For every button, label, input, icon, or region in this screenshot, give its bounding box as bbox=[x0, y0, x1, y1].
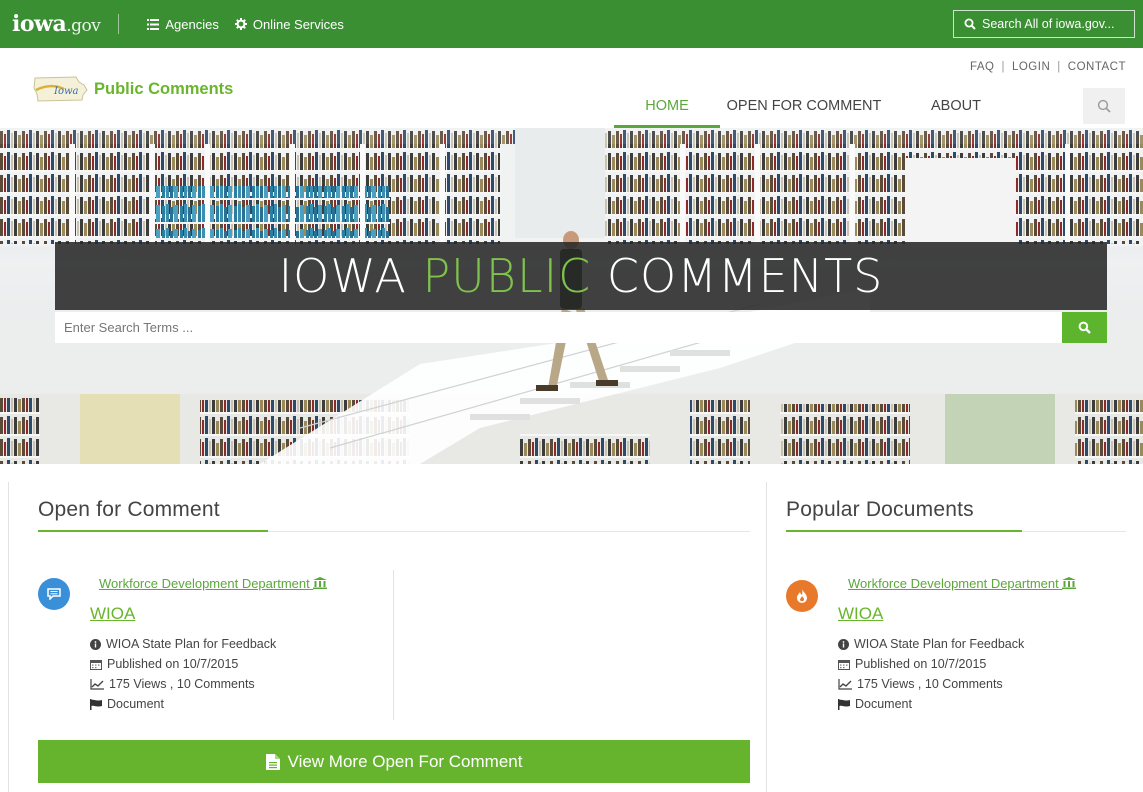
agencies-label: Agencies bbox=[165, 16, 219, 32]
hero-search-bar bbox=[55, 312, 1107, 343]
agency-link[interactable]: Workforce Development Department bbox=[99, 576, 328, 591]
meta-published: Published on 10/7/2015 bbox=[838, 654, 1024, 674]
meta-description: WIOA State Plan for Feedback bbox=[90, 634, 276, 654]
utility-nav: FAQ | LOGIN | CONTACT bbox=[969, 61, 1126, 73]
meta-published: Published on 10/7/2015 bbox=[90, 654, 276, 674]
hero-search-input[interactable] bbox=[55, 312, 1062, 343]
institution-icon bbox=[313, 577, 328, 589]
gear-icon bbox=[234, 18, 247, 30]
document-meta: WIOA State Plan for Feedback Published o… bbox=[838, 634, 1024, 714]
meta-stats: 175 Views , 10 Comments bbox=[90, 674, 276, 694]
open-for-comment-heading: Open for Comment bbox=[38, 498, 220, 521]
nav-about[interactable]: ABOUT bbox=[900, 86, 1012, 128]
view-more-open-for-comment-button[interactable]: View More Open For Comment bbox=[38, 740, 750, 783]
iowa-gov-bar: iowa.gov Agencies Online Services Search… bbox=[0, 0, 1143, 48]
agency-link[interactable]: Workforce Development Department bbox=[848, 576, 1077, 591]
column-divider bbox=[766, 482, 767, 792]
nav-home[interactable]: HOME bbox=[614, 86, 720, 128]
flag-icon bbox=[90, 698, 102, 710]
divider bbox=[118, 14, 120, 34]
hero-search-button[interactable] bbox=[1062, 312, 1107, 343]
meta-type: Document bbox=[90, 694, 276, 714]
meta-stats: 175 Views , 10 Comments bbox=[838, 674, 1024, 694]
popular-documents-heading: Popular Documents bbox=[786, 498, 974, 521]
nav-search-button[interactable] bbox=[1083, 88, 1125, 124]
iowa-state-logo-icon: Iowa bbox=[33, 76, 88, 102]
document-title-link[interactable]: WIOA bbox=[90, 604, 135, 624]
login-link[interactable]: LOGIN bbox=[1012, 61, 1050, 73]
hero-title: IOWA PUBLIC COMMENTS bbox=[278, 249, 884, 303]
main-nav: HOME OPEN FOR COMMENT ABOUT bbox=[614, 86, 1012, 128]
comment-icon bbox=[47, 588, 61, 600]
state-search-box[interactable]: Search All of iowa.gov... bbox=[953, 10, 1135, 38]
nav-open-for-comment[interactable]: OPEN FOR COMMENT bbox=[720, 86, 888, 128]
institution-icon bbox=[1062, 577, 1077, 589]
fire-icon bbox=[797, 589, 807, 603]
comment-badge bbox=[38, 578, 70, 610]
state-search-label: Search All of iowa.gov... bbox=[982, 17, 1115, 31]
info-circle-icon bbox=[838, 638, 849, 650]
site-logo[interactable]: Iowa Public Comments bbox=[32, 74, 233, 104]
hero-banner: IOWA PUBLIC COMMENTS bbox=[55, 242, 1107, 310]
contact-link[interactable]: CONTACT bbox=[1068, 61, 1126, 73]
cta-label: View More Open For Comment bbox=[287, 751, 523, 771]
site-title: Public Comments bbox=[94, 79, 234, 98]
document-title-link[interactable]: WIOA bbox=[838, 604, 883, 624]
online-services-label: Online Services bbox=[252, 16, 344, 32]
meta-description: WIOA State Plan for Feedback bbox=[838, 634, 1024, 654]
list-icon bbox=[147, 18, 160, 30]
search-icon bbox=[964, 18, 976, 30]
svg-text:Iowa: Iowa bbox=[53, 86, 79, 97]
calendar-icon bbox=[90, 659, 102, 670]
agencies-link[interactable]: Agencies bbox=[147, 16, 219, 32]
flag-icon bbox=[838, 698, 850, 710]
search-icon bbox=[1097, 99, 1111, 113]
line-chart-icon bbox=[90, 678, 104, 690]
site-header: Iowa Public Comments FAQ | LOGIN | CONTACT H… bbox=[0, 48, 1143, 128]
info-circle-icon bbox=[90, 638, 101, 650]
line-chart-icon bbox=[838, 678, 852, 690]
faq-link[interactable]: FAQ bbox=[970, 61, 995, 73]
calendar-icon bbox=[838, 659, 850, 670]
content-left-border bbox=[8, 482, 9, 792]
document-meta: WIOA State Plan for Feedback Published o… bbox=[90, 634, 276, 714]
meta-type: Document bbox=[838, 694, 1024, 714]
heading-accent bbox=[38, 530, 268, 532]
online-services-link[interactable]: Online Services bbox=[234, 16, 344, 32]
card-separator bbox=[393, 570, 394, 720]
heading-accent bbox=[786, 530, 1022, 532]
file-text-icon bbox=[265, 753, 280, 770]
iowa-gov-logo[interactable]: iowa.gov bbox=[12, 11, 101, 37]
popular-badge bbox=[786, 580, 818, 612]
search-icon bbox=[1078, 321, 1091, 334]
hero-section: IOWA PUBLIC COMMENTS bbox=[0, 128, 1143, 464]
